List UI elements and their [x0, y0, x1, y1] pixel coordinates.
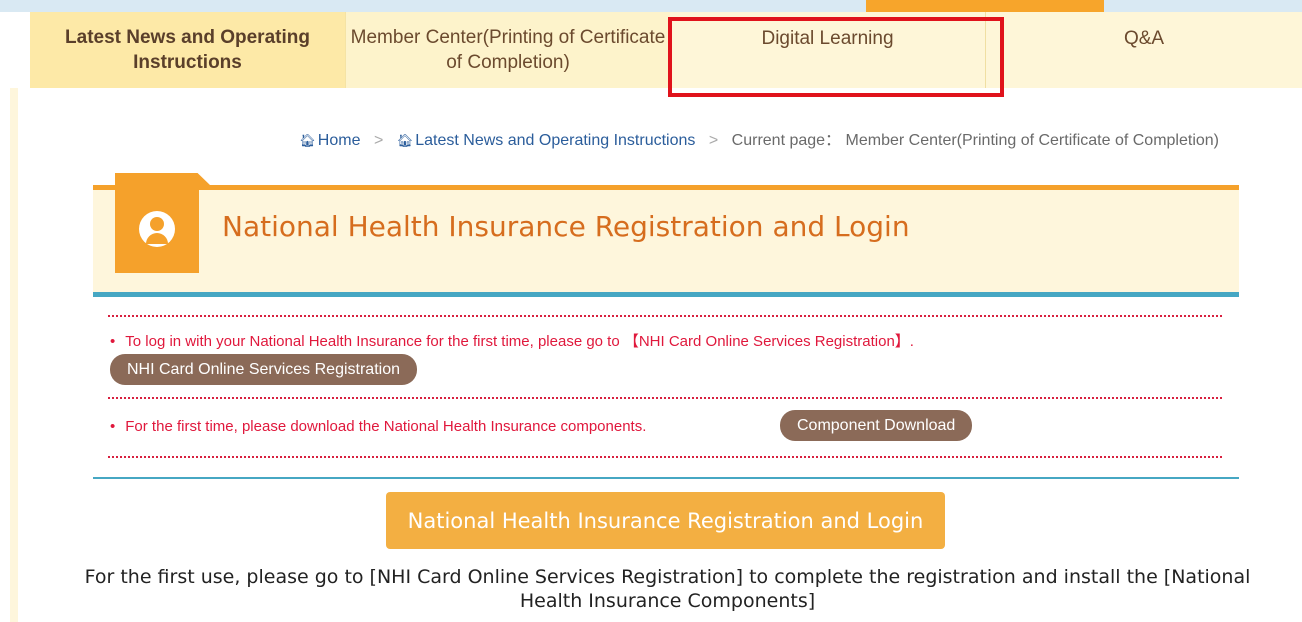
nhi-card-registration-button[interactable]: NHI Card Online Services Registration: [110, 354, 417, 385]
tab-latest-news[interactable]: Latest News and Operating Instructions: [30, 12, 345, 88]
nhi-login-button[interactable]: National Health Insurance Registration a…: [386, 492, 945, 549]
bullet: •: [110, 333, 116, 350]
first-use-instructions: For the first use, please go to [NHI Car…: [84, 566, 1251, 612]
main-nav: Latest News and Operating Instructions M…: [30, 12, 1302, 88]
highlight-box: [668, 17, 1004, 97]
breadcrumb-separator: >: [373, 132, 384, 149]
user-icon: [139, 211, 175, 247]
breadcrumb-section[interactable]: 🏠︎ Latest News and Operating Instructions: [397, 132, 696, 149]
component-download-button[interactable]: Component Download: [780, 410, 973, 441]
active-tab-indicator: [866, 0, 1104, 12]
left-border: [10, 88, 18, 622]
tab-label: Q&A: [1123, 28, 1165, 49]
home-icon: 🏠︎: [396, 133, 414, 148]
tab-qa[interactable]: Q&A: [985, 12, 1302, 88]
notice-download: • For the first time, please download the…: [110, 418, 646, 435]
divider: [108, 315, 1222, 317]
bullet: •: [110, 418, 116, 435]
home-icon: 🏠︎: [299, 133, 316, 148]
divider: [108, 456, 1222, 458]
divider: [108, 397, 1222, 399]
breadcrumb-current-prefix: Current page：: [731, 132, 842, 149]
tab-member-center[interactable]: Member Center(Printing of Certificate of…: [345, 12, 670, 88]
tab-label: Member Center(Printing of Certificate of…: [350, 27, 666, 73]
panel-icon-box: [115, 185, 199, 273]
notice-text: To log in with your National Health Insu…: [125, 333, 914, 350]
breadcrumb: 🏠︎ Home > 🏠︎ Latest News and Operating Ins…: [0, 126, 1219, 150]
panel-title: National Health Insurance Registration a…: [222, 210, 910, 243]
section-divider: [93, 477, 1239, 479]
tab-label: Latest News and Operating Instructions: [65, 27, 310, 73]
breadcrumb-current: Member Center(Printing of Certificate of…: [845, 132, 1219, 149]
notice-text: For the first time, please download the …: [125, 418, 647, 435]
breadcrumb-home[interactable]: 🏠︎ Home: [299, 132, 360, 149]
notice-registration: • To log in with your National Health Ins…: [110, 330, 914, 351]
breadcrumb-separator: >: [708, 132, 719, 149]
top-strip: [0, 0, 1302, 12]
